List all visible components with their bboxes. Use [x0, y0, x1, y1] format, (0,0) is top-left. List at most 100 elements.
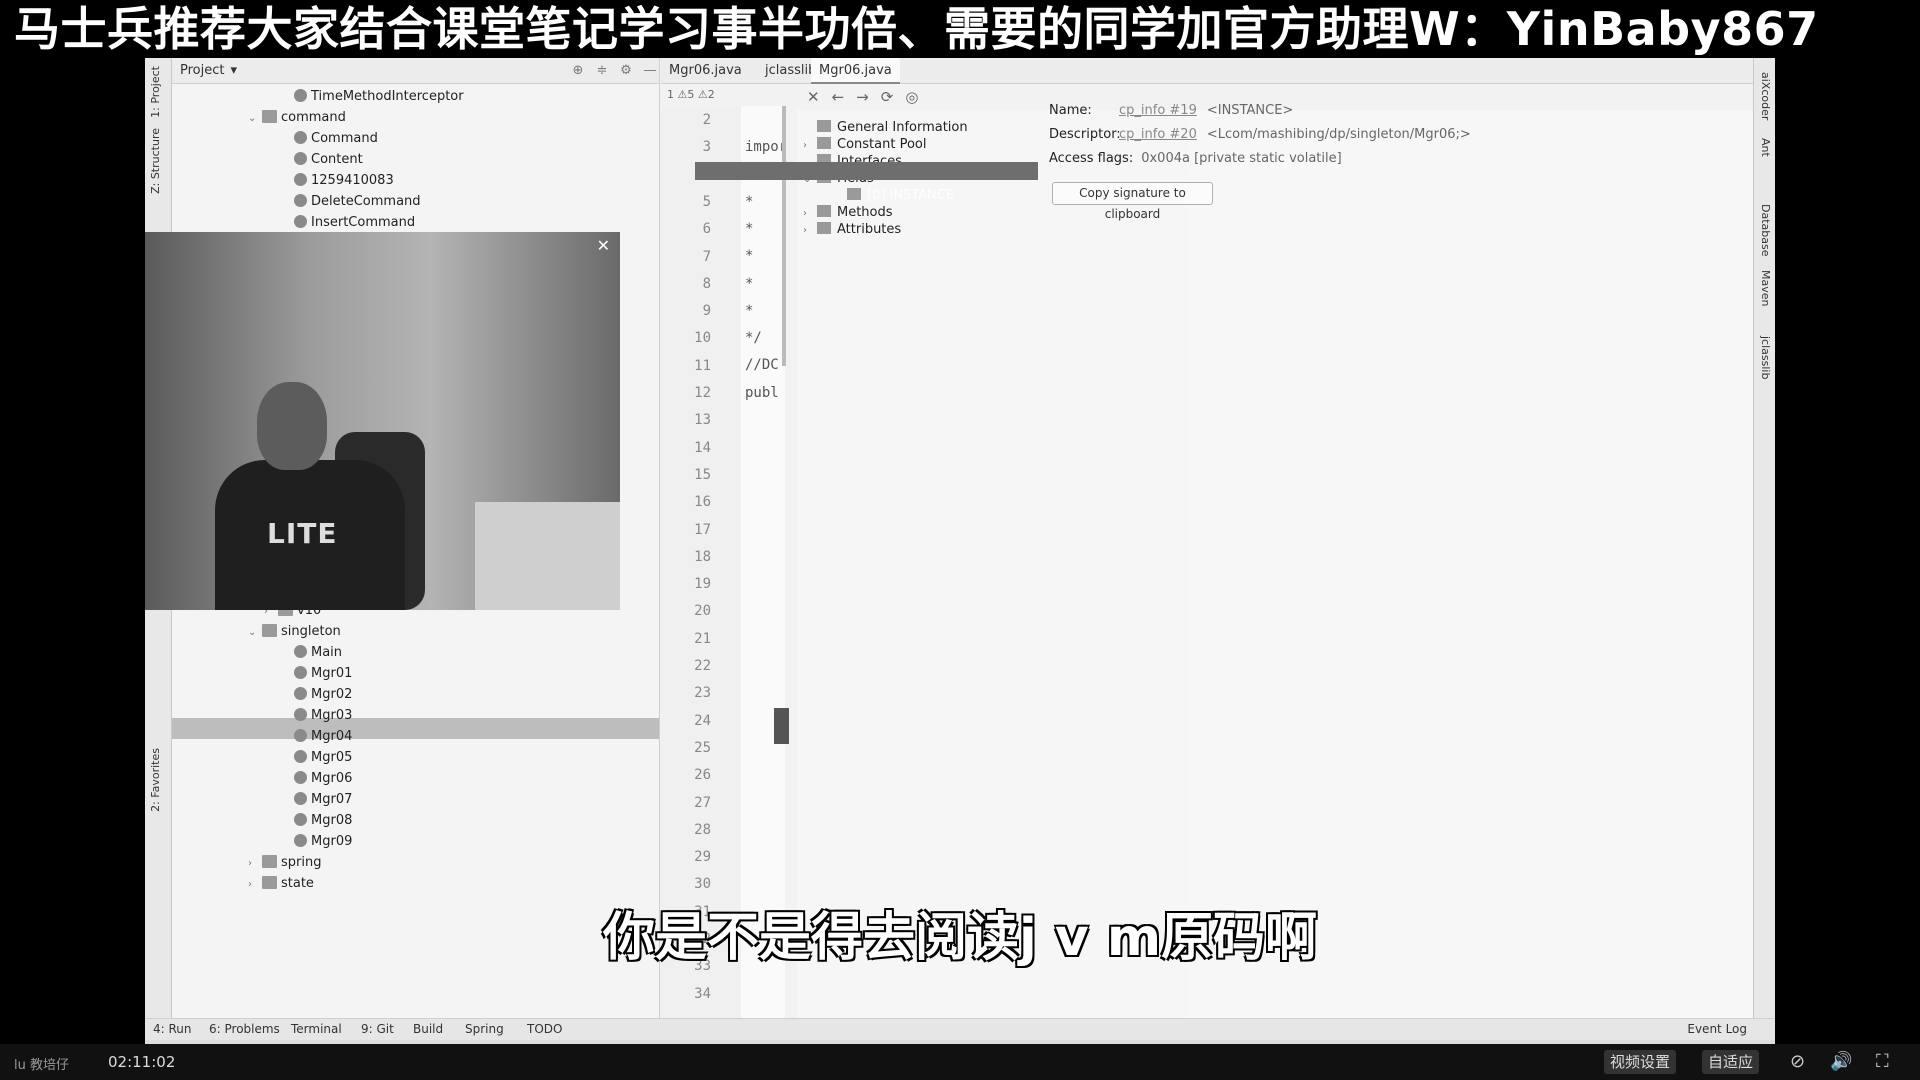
project-panel-title[interactable]: Project: [180, 63, 224, 78]
tree-class[interactable]: Mgr03: [280, 705, 352, 726]
line-number: 24: [694, 712, 711, 729]
promo-banner: 马士兵推荐大家结合课堂笔记学习事半功倍、需要的同学加官方助理W：YinBaby8…: [0, 0, 1920, 58]
chevron-right-icon[interactable]: ›: [248, 853, 262, 874]
favorites-tool-tab[interactable]: 2: Favorites: [149, 748, 162, 812]
tree-class[interactable]: Mgr07: [280, 789, 352, 810]
code-area[interactable]: import/** * **** *///DCpubl: [741, 106, 785, 1018]
descriptor-cp-link[interactable]: cp_info #20: [1119, 127, 1197, 142]
video-settings-button[interactable]: 视频设置: [1604, 1050, 1677, 1074]
right-tool-tab[interactable]: aiXcoder: [1759, 72, 1772, 120]
source-label: lu 教培仔: [14, 1058, 69, 1073]
tree-class[interactable]: Mgr06: [280, 768, 352, 789]
folder-icon: [262, 876, 277, 889]
line-number: 8: [702, 275, 711, 292]
line-number: 9: [702, 303, 711, 320]
locate-icon[interactable]: ⊕: [569, 63, 587, 78]
right-tool-tab[interactable]: Database: [1759, 204, 1772, 257]
copy-signature-button[interactable]: Copy signature to clipboard: [1052, 182, 1213, 221]
tree-class[interactable]: Mgr05: [280, 747, 352, 768]
project-tool-tab[interactable]: 1: Project: [149, 66, 162, 118]
line-number: 17: [694, 521, 711, 538]
close-icon[interactable]: ✕: [597, 236, 610, 255]
chevron-right-icon[interactable]: ⌄: [248, 108, 262, 129]
line-number: 22: [694, 658, 711, 674]
code-line: *: [745, 248, 754, 265]
tree-folder[interactable]: › state: [248, 873, 314, 894]
bottom-tool-button[interactable]: 6: Problems: [209, 1022, 280, 1036]
tree-class[interactable]: Command: [280, 128, 378, 149]
collapse-icon[interactable]: ≑: [593, 63, 611, 78]
line-number-gutter: 2 34 5 6 7 8 9 10 11 12 13 14 15 16 17 18 19 20 21 22 23 24 25…: [661, 106, 741, 1018]
bottom-tool-button[interactable]: Build: [413, 1022, 443, 1036]
tree-class[interactable]: Mgr04: [280, 726, 352, 747]
line-number: 30: [694, 876, 711, 893]
selected-row-highlight: [172, 718, 659, 739]
tree-class[interactable]: 1259410083: [280, 170, 394, 191]
code-line: *: [745, 193, 754, 210]
tree-class[interactable]: Mgr01: [280, 663, 352, 684]
project-panel-header: Project ▾ ⊕ ≑ ⚙ —: [172, 58, 659, 84]
tree-folder[interactable]: › spring: [248, 852, 321, 873]
tree-class[interactable]: Mgr02: [280, 684, 352, 705]
structure-tool-tab[interactable]: Z: Structure: [149, 128, 162, 194]
right-tool-tab[interactable]: Maven: [1759, 270, 1772, 306]
jclasslib-tree-label: Constant Pool: [837, 137, 927, 152]
tree-class[interactable]: Content: [280, 149, 363, 170]
inspection-indicator[interactable]: 1 ⚠5 ⚠2: [661, 84, 781, 106]
right-tool-tab[interactable]: Ant: [1759, 138, 1772, 157]
refresh-icon[interactable]: ⟳: [881, 88, 894, 106]
gear-icon[interactable]: ⚙: [617, 63, 635, 78]
forward-arrow-icon[interactable]: →: [856, 88, 869, 106]
tab-jclasslib-mgr06[interactable]: Mgr06.java: [811, 58, 900, 84]
editor-scroll-thumb[interactable]: [774, 708, 789, 744]
adaptive-quality-button[interactable]: 自适应: [1702, 1050, 1760, 1074]
web-icon[interactable]: ◎: [905, 88, 918, 106]
name-cp-link[interactable]: cp_info #19: [1119, 103, 1197, 118]
chevron-right-icon[interactable]: ⌄: [248, 622, 262, 643]
code-line: //DC: [745, 357, 779, 374]
tree-class[interactable]: Mgr08: [280, 810, 352, 831]
bottom-tool-button[interactable]: TODO: [527, 1022, 562, 1036]
class-icon: [294, 750, 307, 763]
field-access-row: Access flags: 0x004a [private static vola…: [1049, 151, 1342, 166]
minimize-icon[interactable]: —: [641, 63, 659, 78]
tree-folder[interactable]: ⌄ singleton: [248, 621, 341, 642]
mic-icon[interactable]: ⊘: [1790, 1051, 1805, 1072]
class-icon: [294, 173, 307, 186]
jclasslib-tree-item[interactable]: › Attributes: [803, 220, 901, 240]
editor-tabs: Mgr06.java jclasslib: Mgr06.java: [661, 58, 1753, 84]
tree-label: 1259410083: [311, 173, 394, 188]
chevron-icon[interactable]: ›: [803, 221, 817, 241]
event-log-button[interactable]: Event Log: [1687, 1022, 1747, 1036]
bottom-tool-button[interactable]: 4: Run: [153, 1022, 192, 1036]
shirt-print: LITE: [267, 517, 338, 550]
tree-class[interactable]: DeleteCommand: [280, 191, 421, 212]
tree-folder[interactable]: ⌄ command: [248, 107, 346, 128]
volume-icon[interactable]: 🔊: [1830, 1051, 1852, 1072]
tree-label: Mgr04: [311, 729, 353, 744]
tree-class[interactable]: TimeMethodInterceptor: [280, 86, 464, 107]
class-icon: [294, 813, 307, 826]
desk: [475, 502, 620, 610]
line-number: 19: [694, 576, 711, 593]
tab-mgr06-source[interactable]: Mgr06.java: [661, 58, 750, 84]
tree-class[interactable]: InsertCommand: [280, 212, 415, 233]
line-number: 34: [694, 985, 711, 1002]
tree-class[interactable]: Main: [280, 642, 342, 663]
bottom-tool-button[interactable]: Spring: [465, 1022, 504, 1036]
tree-label: Mgr05: [311, 750, 353, 765]
line-number: 12: [694, 385, 711, 401]
line-number: 2: [702, 112, 711, 128]
line-number: 7: [702, 248, 711, 265]
tree-class[interactable]: Mgr09: [280, 831, 352, 852]
fullscreen-icon[interactable]: ⛶: [1876, 1051, 1889, 1072]
back-arrow-icon[interactable]: ←: [832, 88, 845, 106]
bottom-tool-button[interactable]: 9: Git: [361, 1022, 394, 1036]
right-tool-tab[interactable]: jclasslib: [1759, 336, 1772, 379]
bottom-tool-button[interactable]: Terminal: [291, 1022, 342, 1036]
line-number: 15: [694, 466, 711, 483]
chevron-right-icon[interactable]: ›: [248, 874, 262, 895]
close-icon[interactable]: ✕: [807, 88, 820, 106]
line-number: 23: [694, 685, 711, 702]
chevron-down-icon[interactable]: ▾: [230, 63, 237, 78]
